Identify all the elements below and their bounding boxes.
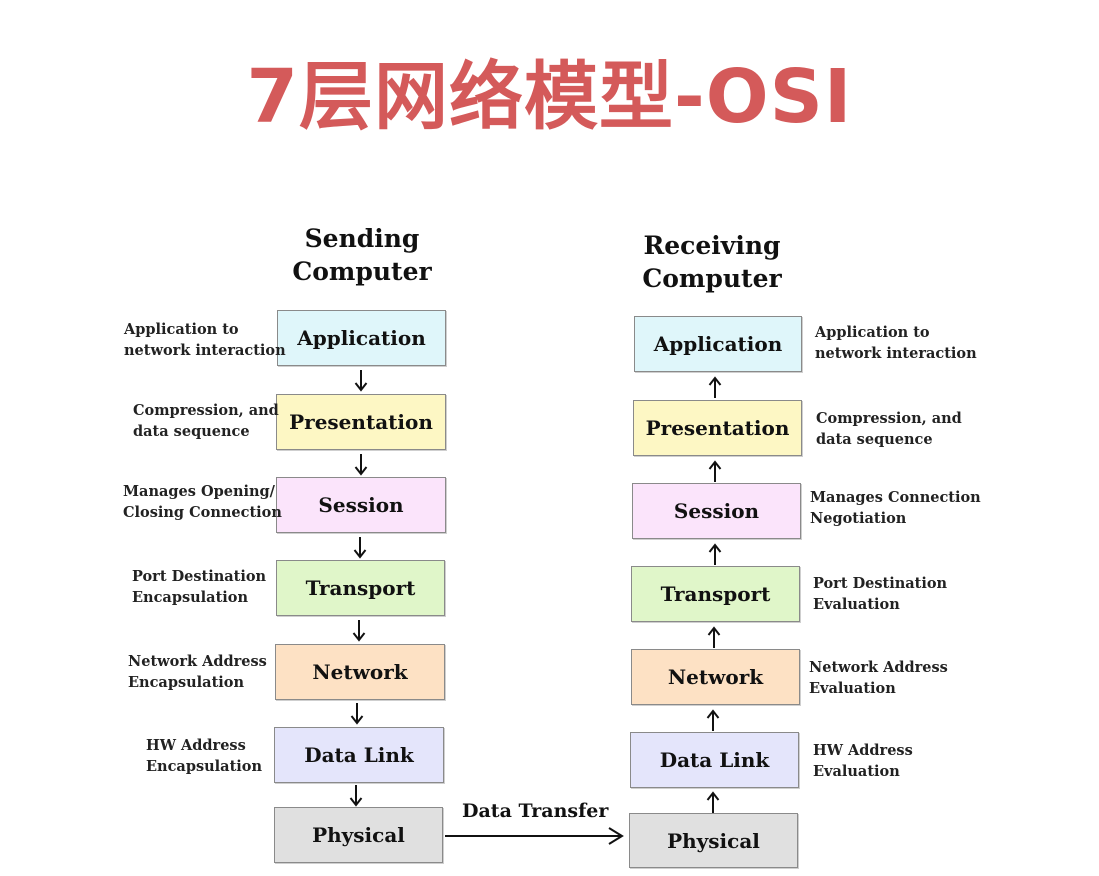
desc-line: data sequence xyxy=(816,431,933,448)
up-arrow-icon xyxy=(706,708,720,732)
receiving-desc-transport: Port Destination Evaluation xyxy=(813,573,947,615)
desc-line: Network Address xyxy=(809,659,948,676)
right-arrow-icon xyxy=(443,826,625,850)
desc-line: Evaluation xyxy=(809,680,896,697)
desc-line: Closing Connection xyxy=(123,504,282,521)
sending-desc-transport: Port Destination Encapsulation xyxy=(132,566,266,608)
receiving-layer-transport: Transport xyxy=(631,566,800,622)
up-arrow-icon xyxy=(708,459,722,483)
up-arrow-icon xyxy=(707,625,721,649)
receiving-heading-line1: Receiving xyxy=(643,231,781,260)
down-arrow-icon xyxy=(352,619,366,643)
receiving-heading-line2: Computer xyxy=(642,264,782,293)
receiving-layer-application: Application xyxy=(634,316,802,372)
receiving-layer-physical: Physical xyxy=(629,813,798,868)
sending-heading-line1: Sending xyxy=(304,224,420,253)
desc-line: Evaluation xyxy=(813,596,900,613)
desc-line: HW Address xyxy=(813,742,913,759)
receiving-heading: Receiving Computer xyxy=(602,229,822,295)
receiving-desc-data-link: HW Address Evaluation xyxy=(813,740,913,782)
page-title: 7层网络模型-OSI xyxy=(246,54,853,140)
receiving-desc-network: Network Address Evaluation xyxy=(809,657,948,699)
desc-line: Encapsulation xyxy=(128,674,244,691)
receiving-layer-presentation: Presentation xyxy=(633,400,802,456)
desc-line: Compression, and xyxy=(133,402,279,419)
desc-line: Compression, and xyxy=(816,410,962,427)
down-arrow-icon xyxy=(354,369,368,393)
desc-line: network interaction xyxy=(815,345,977,362)
desc-line: Encapsulation xyxy=(146,758,262,775)
desc-line: Port Destination xyxy=(132,568,267,585)
receiving-layer-network: Network xyxy=(631,649,800,705)
receiving-layer-data-link: Data Link xyxy=(630,732,799,788)
desc-line: Encapsulation xyxy=(132,589,248,606)
desc-line: HW Address xyxy=(146,737,246,754)
desc-line: Application to xyxy=(124,321,239,338)
desc-line: Manages Connection xyxy=(810,489,981,506)
desc-line: Network Address xyxy=(128,653,267,670)
desc-line: data sequence xyxy=(133,423,250,440)
receiving-desc-session: Manages Connection Negotiation xyxy=(810,487,981,529)
sending-heading: Sending Computer xyxy=(252,222,472,288)
sending-heading-line2: Computer xyxy=(292,257,432,286)
down-arrow-icon xyxy=(354,453,368,477)
data-transfer-label: Data Transfer xyxy=(462,800,609,822)
desc-line: Application to xyxy=(815,324,930,341)
down-arrow-icon xyxy=(350,702,364,726)
down-arrow-icon xyxy=(349,784,363,808)
desc-line: Port Destination xyxy=(813,575,948,592)
sending-desc-presentation: Compression, and data sequence xyxy=(133,400,279,442)
sending-layer-transport: Transport xyxy=(276,560,445,616)
up-arrow-icon xyxy=(708,375,722,399)
sending-desc-application: Application to network interaction xyxy=(124,319,286,361)
sending-layer-data-link: Data Link xyxy=(274,727,444,783)
desc-line: Negotiation xyxy=(810,510,907,527)
up-arrow-icon xyxy=(706,790,720,814)
sending-desc-data-link: HW Address Encapsulation xyxy=(146,735,262,777)
desc-line: network interaction xyxy=(124,342,286,359)
sending-layer-network: Network xyxy=(275,644,445,700)
sending-layer-session: Session xyxy=(276,477,446,533)
sending-layer-presentation: Presentation xyxy=(276,394,446,450)
sending-desc-session: Manages Opening/ Closing Connection xyxy=(123,481,282,523)
desc-line: Manages Opening/ xyxy=(123,483,275,500)
sending-layer-physical: Physical xyxy=(274,807,443,863)
desc-line: Evaluation xyxy=(813,763,900,780)
receiving-layer-session: Session xyxy=(632,483,801,539)
sending-layer-application: Application xyxy=(277,310,446,366)
up-arrow-icon xyxy=(708,542,722,566)
down-arrow-icon xyxy=(353,536,367,560)
receiving-desc-application: Application to network interaction xyxy=(815,322,977,364)
receiving-desc-presentation: Compression, and data sequence xyxy=(816,408,962,450)
sending-desc-network: Network Address Encapsulation xyxy=(128,651,267,693)
